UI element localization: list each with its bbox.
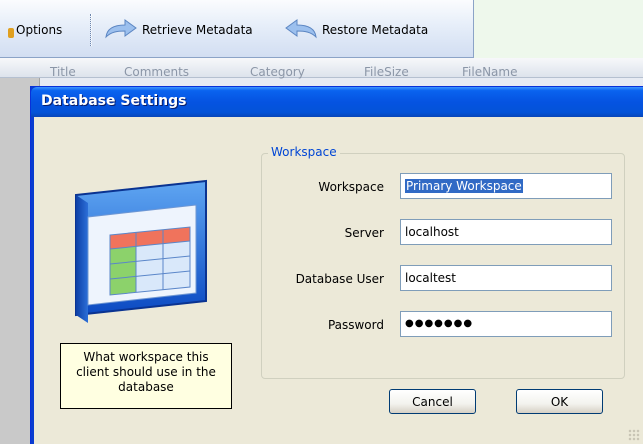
column-header-category[interactable]: Category — [250, 65, 305, 79]
password-value: ●●●●●●● — [405, 318, 474, 329]
workspace-value: Primary Workspace — [405, 179, 523, 193]
arrow-forward-icon — [103, 18, 139, 43]
column-header-filesize[interactable]: FileSize — [364, 65, 409, 79]
column-header-title[interactable]: Title — [50, 65, 76, 79]
resize-grip[interactable] — [628, 429, 640, 441]
database-user-input[interactable]: localtest — [400, 265, 612, 291]
workspace-tooltip: What workspace this client should use in… — [60, 343, 232, 409]
dialog-title: Database Settings — [41, 93, 187, 109]
server-label: Server — [344, 226, 384, 240]
ok-label: OK — [550, 394, 569, 409]
ok-button[interactable]: OK — [516, 389, 603, 414]
restore-metadata-label: Restore Metadata — [322, 23, 429, 37]
arrow-back-icon — [283, 18, 319, 43]
dialog-client-area: Workspace Workspace Primary Workspace Se… — [34, 117, 643, 444]
workspace-group-title: Workspace — [268, 145, 340, 159]
column-header-comments[interactable]: Comments — [124, 65, 189, 79]
workspace-label: Workspace — [318, 180, 384, 194]
tooltip-text: What workspace this client should use in… — [76, 350, 216, 394]
column-header-filename[interactable]: FileName — [462, 65, 517, 79]
options-icon — [8, 28, 14, 38]
dialog-titlebar[interactable]: Database Settings — [31, 87, 643, 117]
options-label: Options — [16, 23, 63, 37]
database-user-label: Database User — [295, 272, 384, 286]
server-input[interactable]: localhost — [400, 219, 612, 245]
database-settings-dialog: Database Settings Workspace Workspace Pr… — [30, 86, 643, 444]
toolbar-separator — [90, 14, 92, 46]
restore-metadata-button[interactable]: Restore Metadata — [283, 18, 429, 43]
password-input[interactable]: ●●●●●●● — [400, 311, 612, 337]
cancel-button[interactable]: Cancel — [389, 389, 476, 414]
password-label: Password — [327, 318, 384, 332]
server-value: localhost — [405, 225, 459, 239]
workspace-input[interactable]: Primary Workspace — [400, 173, 612, 199]
grid-header: Title Comments Category FileSize FileNam… — [0, 58, 643, 79]
cancel-label: Cancel — [412, 394, 453, 409]
retrieve-metadata-button[interactable]: Retrieve Metadata — [103, 18, 253, 43]
database-table-icon — [66, 173, 216, 323]
options-button[interactable]: Options — [8, 19, 62, 41]
retrieve-metadata-label: Retrieve Metadata — [142, 23, 253, 37]
main-toolbar: Options Retrieve Metadata Restore Metada… — [0, 0, 474, 58]
database-user-value: localtest — [405, 271, 457, 285]
